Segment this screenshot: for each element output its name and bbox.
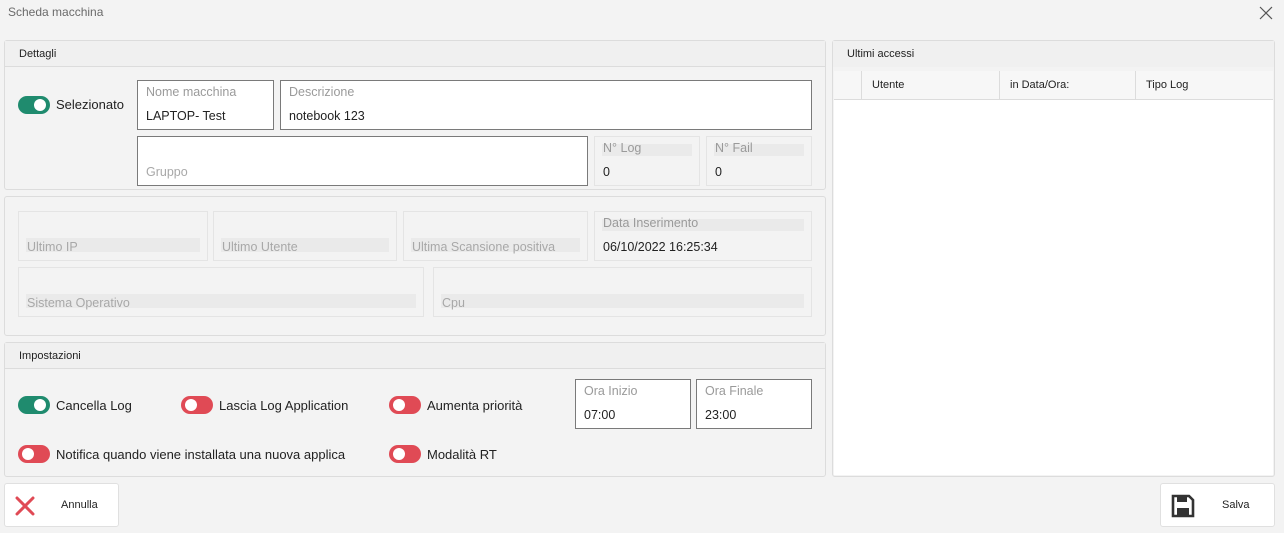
nome-macchina-caption: Nome macchina: [146, 85, 237, 99]
n-log-value: 0: [603, 165, 610, 179]
cancella-log-label: Cancella Log: [56, 398, 132, 413]
n-log-caption: N° Log: [603, 141, 642, 155]
ultimo-utente-field: Ultimo Utente: [213, 211, 397, 261]
dettagli-header: Dettagli: [5, 41, 825, 67]
descrizione-caption: Descrizione: [289, 85, 355, 99]
data-inserimento-field: Data Inserimento 06/10/2022 16:25:34: [594, 211, 812, 261]
data-inserimento-caption: Data Inserimento: [603, 216, 699, 230]
impostazioni-group: Impostazioni Cancella Log Lascia Log App…: [4, 342, 826, 477]
grid-indicator-column: [834, 71, 861, 99]
salva-label: Salva: [1222, 499, 1250, 511]
save-icon: [1171, 494, 1195, 518]
salva-button[interactable]: Salva: [1160, 483, 1275, 527]
descrizione-field[interactable]: Descrizione notebook 123: [280, 80, 812, 130]
grid-body: [834, 100, 1273, 475]
close-button[interactable]: [1254, 2, 1278, 24]
ora-finale-value: 23:00: [705, 408, 737, 422]
column-tipo-log[interactable]: Tipo Log: [1135, 71, 1273, 99]
ultimo-utente-placeholder: Ultimo Utente: [222, 240, 298, 254]
cpu-placeholder: Cpu: [442, 296, 465, 310]
n-fail-value: 0: [715, 165, 722, 179]
gruppo-placeholder: Gruppo: [146, 165, 188, 179]
gruppo-field[interactable]: Gruppo: [137, 136, 588, 186]
impostazioni-header: Impostazioni: [5, 343, 825, 369]
grid-header: Utente in Data/Ora: Tipo Log: [834, 71, 1273, 100]
annulla-label: Annulla: [61, 499, 98, 511]
aumenta-priorita-label: Aumenta priorità: [427, 398, 523, 413]
annulla-button[interactable]: Annulla: [4, 483, 119, 527]
column-data-ora[interactable]: in Data/Ora:: [999, 71, 1135, 99]
selezionato-label: Selezionato: [56, 97, 124, 112]
ora-inizio-caption: Ora Inizio: [584, 384, 638, 398]
ultimi-accessi-panel: Ultimi accessi Utente in Data/Ora: Tipo …: [832, 40, 1275, 477]
ora-inizio-value: 07:00: [584, 408, 616, 422]
nome-macchina-value: LAPTOP- Test: [146, 109, 226, 123]
sistema-operativo-field: Sistema Operativo: [18, 267, 424, 317]
nome-macchina-field[interactable]: Nome macchina LAPTOP- Test: [137, 80, 274, 130]
n-log-field: N° Log 0: [594, 136, 700, 186]
close-icon: [1259, 6, 1273, 20]
cancella-log-toggle[interactable]: [18, 396, 50, 414]
sistema-operativo-placeholder: Sistema Operativo: [27, 296, 130, 310]
ora-finale-caption: Ora Finale: [705, 384, 764, 398]
data-inserimento-value: 06/10/2022 16:25:34: [603, 240, 718, 254]
ultima-scansione-field: Ultima Scansione positiva: [403, 211, 588, 261]
ora-inizio-field[interactable]: Ora Inizio 07:00: [575, 379, 691, 429]
window-title: Scheda macchina: [8, 5, 104, 19]
cpu-field: Cpu: [433, 267, 812, 317]
modalita-rt-toggle[interactable]: [389, 445, 421, 463]
ultima-scansione-placeholder: Ultima Scansione positiva: [412, 240, 556, 254]
n-fail-field: N° Fail 0: [706, 136, 812, 186]
notifica-label: Notifica quando viene installata una nuo…: [56, 447, 346, 462]
ultimo-ip-placeholder: Ultimo IP: [27, 240, 78, 254]
lascia-log-label: Lascia Log Application: [219, 398, 349, 413]
cancel-icon: [15, 496, 35, 516]
notifica-toggle[interactable]: [18, 445, 50, 463]
ultimo-ip-field: Ultimo IP: [18, 211, 208, 261]
dettagli-group: Dettagli Selezionato Nome macchina LAPTO…: [4, 40, 826, 190]
ora-finale-field[interactable]: Ora Finale 23:00: [696, 379, 812, 429]
n-fail-caption: N° Fail: [715, 141, 753, 155]
selezionato-toggle[interactable]: [18, 96, 50, 114]
ultimi-accessi-header: Ultimi accessi: [833, 41, 1274, 67]
column-utente[interactable]: Utente: [861, 71, 999, 99]
info-group: Ultimo IP Ultimo Utente Ultima Scansione…: [4, 196, 826, 336]
modalita-rt-label: Modalità RT: [427, 447, 497, 462]
lascia-log-toggle[interactable]: [181, 396, 213, 414]
descrizione-value: notebook 123: [289, 109, 365, 123]
aumenta-priorita-toggle[interactable]: [389, 396, 421, 414]
